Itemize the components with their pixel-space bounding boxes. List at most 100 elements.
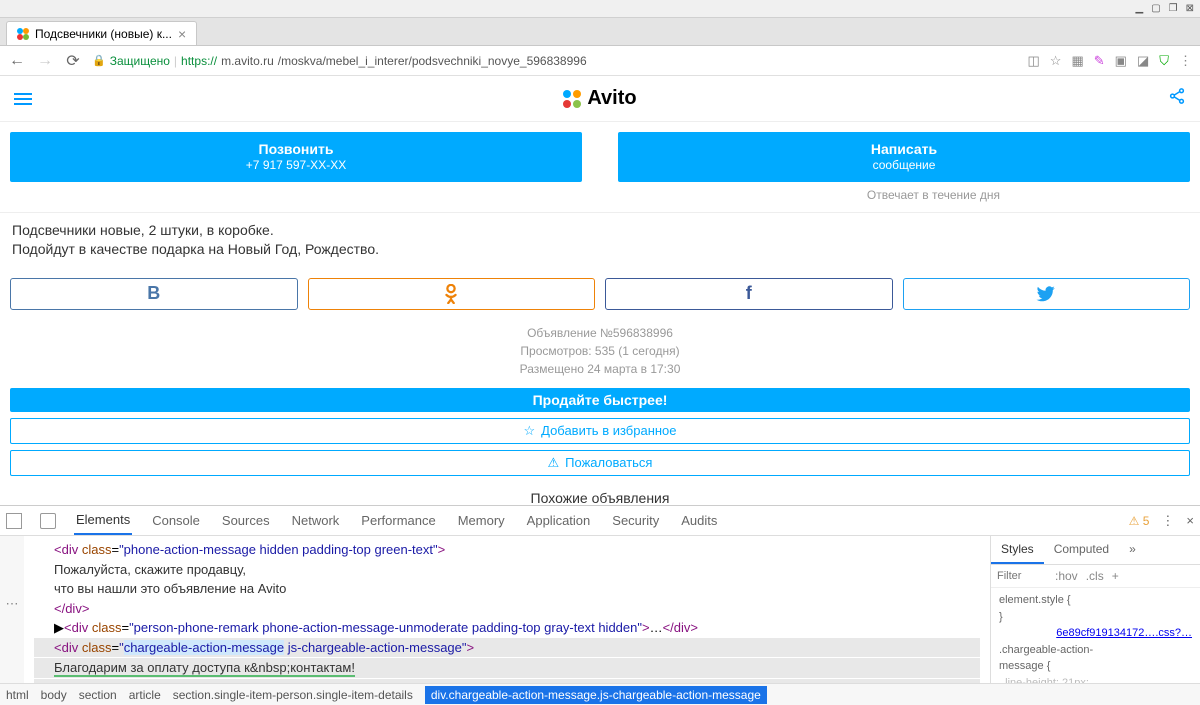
complain-button[interactable]: ⚠ Пожаловаться [10,450,1190,476]
star-outline-icon: ☆ [523,423,535,439]
reply-time-text: Отвечает в течение дня [204,188,1200,202]
bc-item[interactable]: article [129,688,161,702]
forward-icon[interactable]: → [36,52,54,70]
styles-tabs: Styles Computed » [991,536,1200,565]
cls-toggle[interactable]: .cls [1086,569,1104,583]
share-icon[interactable] [1168,87,1186,110]
desc-line1: Подсвечники новые, 2 штуки, в коробке. [12,221,1188,241]
msg-label: Написать [618,140,1190,158]
devtools-menu-icon[interactable]: ⋮ [1161,513,1174,529]
styles-more-icon[interactable]: » [1119,536,1146,564]
complain-label: Пожаловаться [565,455,652,470]
reload-icon[interactable]: ⟳ [64,52,82,70]
page-content: Avito Позвонить +7 917 597-XX-XX Написат… [0,76,1200,505]
site-header: Avito [0,76,1200,122]
views-count: Просмотров: 535 (1 сегодня) [0,342,1200,360]
bc-item-selected[interactable]: div.chargeable-action-message.js-chargea… [425,686,767,704]
call-phone: +7 917 597-XX-XX [10,158,582,174]
window-min-icon[interactable]: ▁ [1135,3,1143,14]
add-rule-icon[interactable]: + [1112,569,1119,583]
styles-tab[interactable]: Styles [991,536,1044,564]
lock-icon: 🔒 [92,54,106,67]
menu-icon[interactable]: ⋮ [1179,53,1192,69]
listing-meta: Объявление №596838996 Просмотров: 535 (1… [0,320,1200,382]
url-path: /moskva/mebel_i_interer/podsvechniki_nov… [278,54,587,68]
devtools-gutter: ⋯ [0,536,24,683]
tab-performance[interactable]: Performance [359,507,437,534]
devtools-close-icon[interactable]: × [1186,513,1194,528]
similar-title: Похожие объявления [0,482,1200,505]
computed-tab[interactable]: Computed [1044,536,1119,564]
menu-hamburger-icon[interactable] [14,93,32,105]
favicon-icon [17,28,29,40]
devtools-body: ⋯ <div class="phone-action-message hidde… [0,536,1200,683]
tab-console[interactable]: Console [150,507,202,534]
description: Подсвечники новые, 2 штуки, в коробке. П… [0,212,1200,268]
contact-buttons: Позвонить +7 917 597-XX-XX Написать сооб… [0,122,1200,192]
secure-label: Защищено [110,54,170,68]
share-ok-button[interactable] [308,278,596,310]
avito-logo[interactable]: Avito [563,87,636,110]
tab-title: Подсвечники (новые) к... [35,27,172,41]
device-icon[interactable] [40,513,56,529]
tab-memory[interactable]: Memory [456,507,507,534]
source-link[interactable]: 6e89cf919134172….css?… [1056,625,1192,642]
tab-network[interactable]: Network [290,507,342,534]
tab-application[interactable]: Application [525,507,593,534]
browser-tab-strip: Подсвечники (новые) к... × [0,18,1200,46]
devtools-panel: Elements Console Sources Network Perform… [0,505,1200,705]
favorite-label: Добавить в избранное [541,423,676,438]
bc-item[interactable]: html [6,688,29,702]
styles-panel: Styles Computed » :hov .cls + element.st… [990,536,1200,683]
ext4-icon[interactable]: ◪ [1137,53,1149,69]
url-field[interactable]: 🔒 Защищено | https://m.avito.ru/moskva/m… [92,54,1017,68]
share-vk-button[interactable]: B [10,278,298,310]
share-tw-button[interactable] [903,278,1191,310]
ext2-icon[interactable]: ✎ [1094,53,1105,69]
back-icon[interactable]: ← [8,52,26,70]
ext3-icon[interactable]: ▣ [1115,53,1127,69]
inspect-icon[interactable] [6,513,22,529]
qr-icon[interactable]: ◫ [1027,53,1039,69]
add-favorite-button[interactable]: ☆ Добавить в избранное [10,418,1190,444]
bc-item[interactable]: body [41,688,67,702]
star-icon[interactable]: ☆ [1050,53,1062,69]
address-bar: ← → ⟳ 🔒 Защищено | https://m.avito.ru/mo… [0,46,1200,76]
tab-close-icon[interactable]: × [178,26,186,42]
message-button[interactable]: Написать сообщение [618,132,1190,182]
url-protocol: https:// [181,54,217,68]
window-restore-icon[interactable]: ❐ [1169,3,1178,14]
tab-sources[interactable]: Sources [220,507,272,534]
hov-toggle[interactable]: :hov [1055,569,1078,583]
warning-icon: ⚠ [548,455,560,471]
tab-elements[interactable]: Elements [74,506,132,535]
devtools-tabs: Elements Console Sources Network Perform… [0,506,1200,536]
tab-audits[interactable]: Audits [679,507,719,534]
adblock-icon[interactable]: ⛉ [1159,53,1169,69]
ext1-icon[interactable]: ▦ [1071,53,1083,69]
desc-line2: Подойдут в качестве подарка на Новый Год… [12,240,1188,260]
window-titlebar: ▁ ▢ ❐ ⊠ [0,0,1200,18]
bc-item[interactable]: section.single-item-person.single-item-d… [173,688,413,702]
styles-filter-row: :hov .cls + [991,565,1200,588]
styles-filter-input[interactable] [997,570,1047,582]
devtools-breadcrumb[interactable]: html body section article section.single… [0,683,1200,705]
bc-item[interactable]: section [79,688,117,702]
browser-tab[interactable]: Подсвечники (новые) к... × [6,21,197,45]
msg-sub: сообщение [618,158,1190,174]
sell-faster-button[interactable]: Продайте быстрее! [10,388,1190,412]
call-button[interactable]: Позвонить +7 917 597-XX-XX [10,132,582,182]
posted-date: Размещено 24 марта в 17:30 [0,360,1200,378]
warning-badge[interactable]: ⚠ 5 [1129,514,1150,528]
styles-rules[interactable]: element.style { } 6e89cf919134172….css?…… [991,588,1200,683]
share-fb-button[interactable]: f [605,278,893,310]
social-share-row: B f [0,268,1200,320]
window-max-icon[interactable]: ▢ [1151,3,1160,14]
address-bar-icons: ◫ ☆ ▦ ✎ ▣ ◪ ⛉ ⋮ [1027,53,1192,69]
tab-security[interactable]: Security [610,507,661,534]
elements-tree[interactable]: <div class="phone-action-message hidden … [24,536,990,683]
brand-text: Avito [587,87,636,110]
call-label: Позвонить [10,140,582,158]
avito-dots-icon [563,90,581,108]
window-close-icon[interactable]: ⊠ [1186,3,1194,14]
